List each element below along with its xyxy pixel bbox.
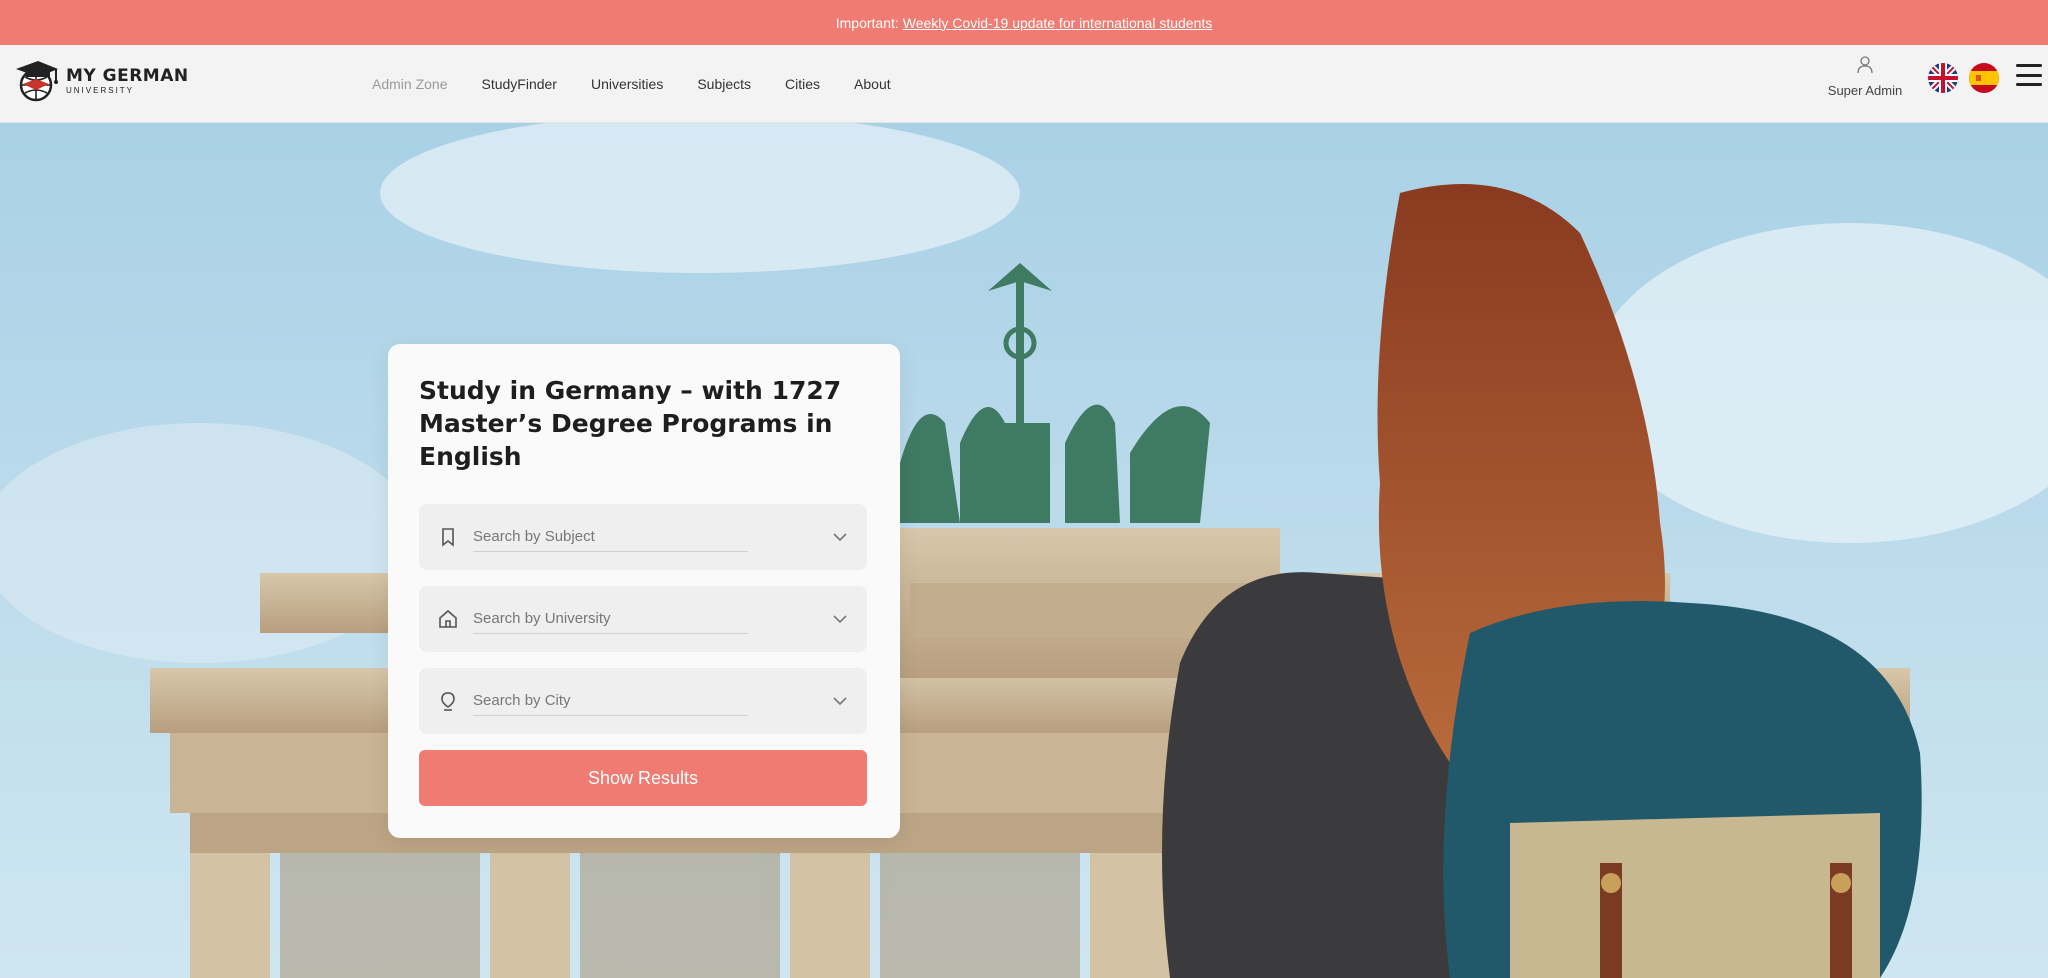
uk-flag-icon[interactable] xyxy=(1928,63,1958,93)
nav-studyfinder[interactable]: StudyFinder xyxy=(481,76,556,92)
show-results-button[interactable]: Show Results xyxy=(419,750,867,806)
covid-update-link[interactable]: Weekly Covid-19 update for international… xyxy=(903,15,1212,31)
spain-flag-icon[interactable] xyxy=(1969,63,1999,93)
university-search-select[interactable]: Search by University xyxy=(419,586,867,652)
search-card: Study in Germany – with 1727 Master’s De… xyxy=(388,344,900,838)
navbar: MY GERMAN UNIVERSITY Admin Zone StudyFin… xyxy=(0,45,2048,123)
search-card-title: Study in Germany – with 1727 Master’s De… xyxy=(419,376,842,471)
user-label: Super Admin xyxy=(1827,83,1903,98)
nav-cities[interactable]: Cities xyxy=(785,76,820,92)
subject-search-select[interactable]: Search by Subject xyxy=(419,504,867,570)
banner-prefix: Important: xyxy=(835,14,899,31)
nav-subjects[interactable]: Subjects xyxy=(697,76,751,92)
home-icon xyxy=(439,609,457,628)
hero-section: Study in Germany – with 1727 Master’s De… xyxy=(0,123,2048,978)
announcement-banner: Important: Weekly Covid-19 update for in… xyxy=(0,0,2048,45)
user-icon xyxy=(1857,56,1873,74)
chevron-down-icon xyxy=(833,615,847,624)
nav-about[interactable]: About xyxy=(854,76,891,92)
logo-subtitle: UNIVERSITY xyxy=(66,85,135,95)
nav-admin-zone[interactable]: Admin Zone xyxy=(372,76,447,92)
location-pin-icon xyxy=(441,692,455,711)
chevron-down-icon xyxy=(833,533,847,542)
user-account[interactable]: Super Admin xyxy=(1820,55,1910,98)
graduation-globe-logo-icon xyxy=(16,61,58,102)
subject-search-placeholder: Search by Subject xyxy=(473,528,595,545)
nav-universities[interactable]: Universities xyxy=(591,76,663,92)
chevron-down-icon xyxy=(833,697,847,706)
bookmark-icon xyxy=(442,528,454,547)
main-nav: Admin Zone StudyFinder Universities Subj… xyxy=(372,45,891,123)
city-search-select[interactable]: Search by City xyxy=(419,668,867,734)
university-search-placeholder: Search by University xyxy=(473,610,611,627)
logo-title: MY GERMAN xyxy=(66,65,189,86)
hamburger-menu-icon[interactable] xyxy=(2016,64,2042,86)
city-search-placeholder: Search by City xyxy=(473,692,571,709)
site-logo[interactable]: MY GERMAN UNIVERSITY xyxy=(12,57,189,105)
hero-background-image xyxy=(0,123,2048,978)
